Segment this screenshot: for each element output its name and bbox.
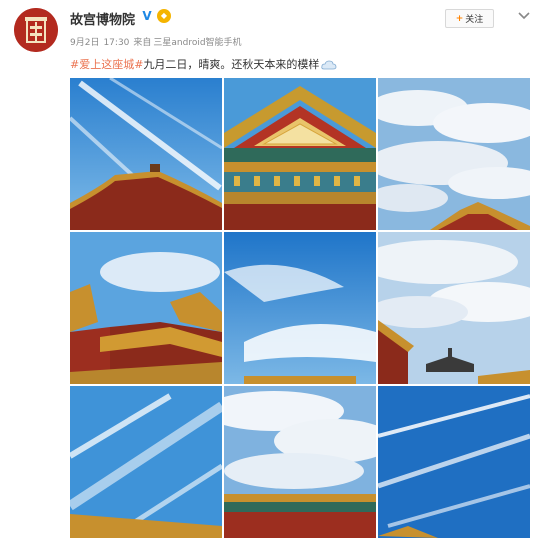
photo-7[interactable] <box>70 386 222 538</box>
hashtag-link[interactable]: #爱上这座城# <box>70 58 143 71</box>
verified-v-icon: V <box>140 9 154 23</box>
post-body: 九月二日，晴爽。还秋天本来的模样 <box>143 58 320 71</box>
photo-2[interactable] <box>224 78 376 230</box>
follow-button[interactable]: + 关注 <box>445 9 494 28</box>
chevron-down-icon <box>518 12 530 20</box>
photo-4[interactable] <box>70 232 222 384</box>
avatar[interactable] <box>14 8 58 52</box>
photo-3[interactable] <box>378 78 530 230</box>
photo-1[interactable] <box>70 78 222 230</box>
cloud-icon <box>321 60 337 70</box>
photo-6[interactable] <box>378 232 530 384</box>
post-text: #爱上这座城#九月二日，晴爽。还秋天本来的模样 <box>70 56 337 72</box>
photo-9[interactable] <box>378 386 530 538</box>
weibo-post: 故宫博物院 V ◆ 9月2日 17:30 来自 三星android智能手机 + 关注 #… <box>0 0 550 538</box>
vip-badge-icon[interactable]: ◆ <box>157 9 171 23</box>
post-source[interactable]: 三星android智能手机 <box>153 38 241 48</box>
author-name[interactable]: 故宫博物院 <box>70 9 135 28</box>
photo-8[interactable] <box>224 386 376 538</box>
photo-5[interactable] <box>224 232 376 384</box>
photo-grid <box>70 78 530 538</box>
plus-icon: + <box>455 13 464 24</box>
post-date: 9月2日 <box>70 38 100 48</box>
post-meta: 9月2日 17:30 来自 三星android智能手机 <box>70 35 246 48</box>
more-options-button[interactable] <box>516 8 532 24</box>
follow-label: 关注 <box>465 15 484 25</box>
post-time: 17:30 <box>103 38 130 48</box>
source-prefix: 来自 <box>133 38 152 48</box>
palace-logo-icon <box>14 8 58 52</box>
